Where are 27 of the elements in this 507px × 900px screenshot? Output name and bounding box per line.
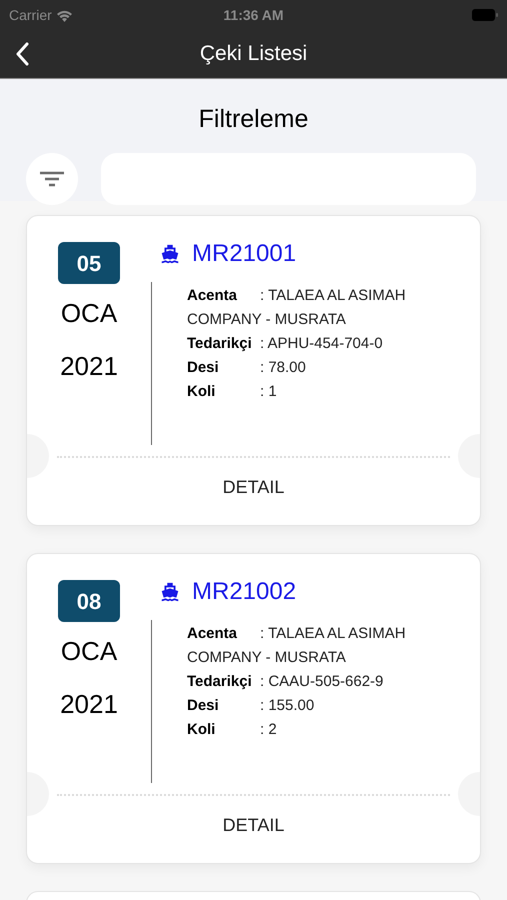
filter-title: Filtreleme <box>198 104 308 135</box>
shipment-code[interactable]: MR21001 <box>192 236 296 272</box>
shipment-code[interactable]: MR21002 <box>192 574 296 610</box>
month-text: OCA <box>60 297 118 330</box>
year-text: 2021 <box>60 350 118 383</box>
detail-button[interactable]: DETAIL <box>214 812 292 839</box>
detail-row-text: Koli : 2 <box>187 720 278 740</box>
detail-row-text: Tedarikçi : APHU-454-704-0 <box>187 334 384 354</box>
month-text: OCA <box>60 635 118 668</box>
detail-row-text: Desi : 155.00 <box>187 696 316 716</box>
detail-row-text: Desi : 78.00 <box>187 358 307 378</box>
screen-title: Çeki Listesi <box>200 41 308 68</box>
ship-icon <box>159 581 181 603</box>
detail-button[interactable]: DETAIL <box>214 474 292 501</box>
ship-icon <box>159 243 181 265</box>
carrier-text: Carrier <box>9 6 52 24</box>
year-text: 2021 <box>60 688 118 721</box>
detail-row-text: Acenta : TALAEA AL ASIMAH COMPANY - MUSRATA <box>187 624 407 668</box>
detail-row-text: Tedarikçi : CAAU-505-662-9 <box>187 672 384 692</box>
detail-row-text: Koli : 1 <box>187 382 278 402</box>
wifi-icon <box>56 8 73 22</box>
day-badge: 08 <box>58 580 120 622</box>
clock-text: 11:36 AM <box>223 6 284 24</box>
filter-icon <box>39 170 65 186</box>
detail-row-text: Acenta : TALAEA AL ASIMAH COMPANY - MUSRATA <box>187 286 407 330</box>
battery-icon <box>472 9 498 21</box>
day-badge: 05 <box>58 242 120 284</box>
